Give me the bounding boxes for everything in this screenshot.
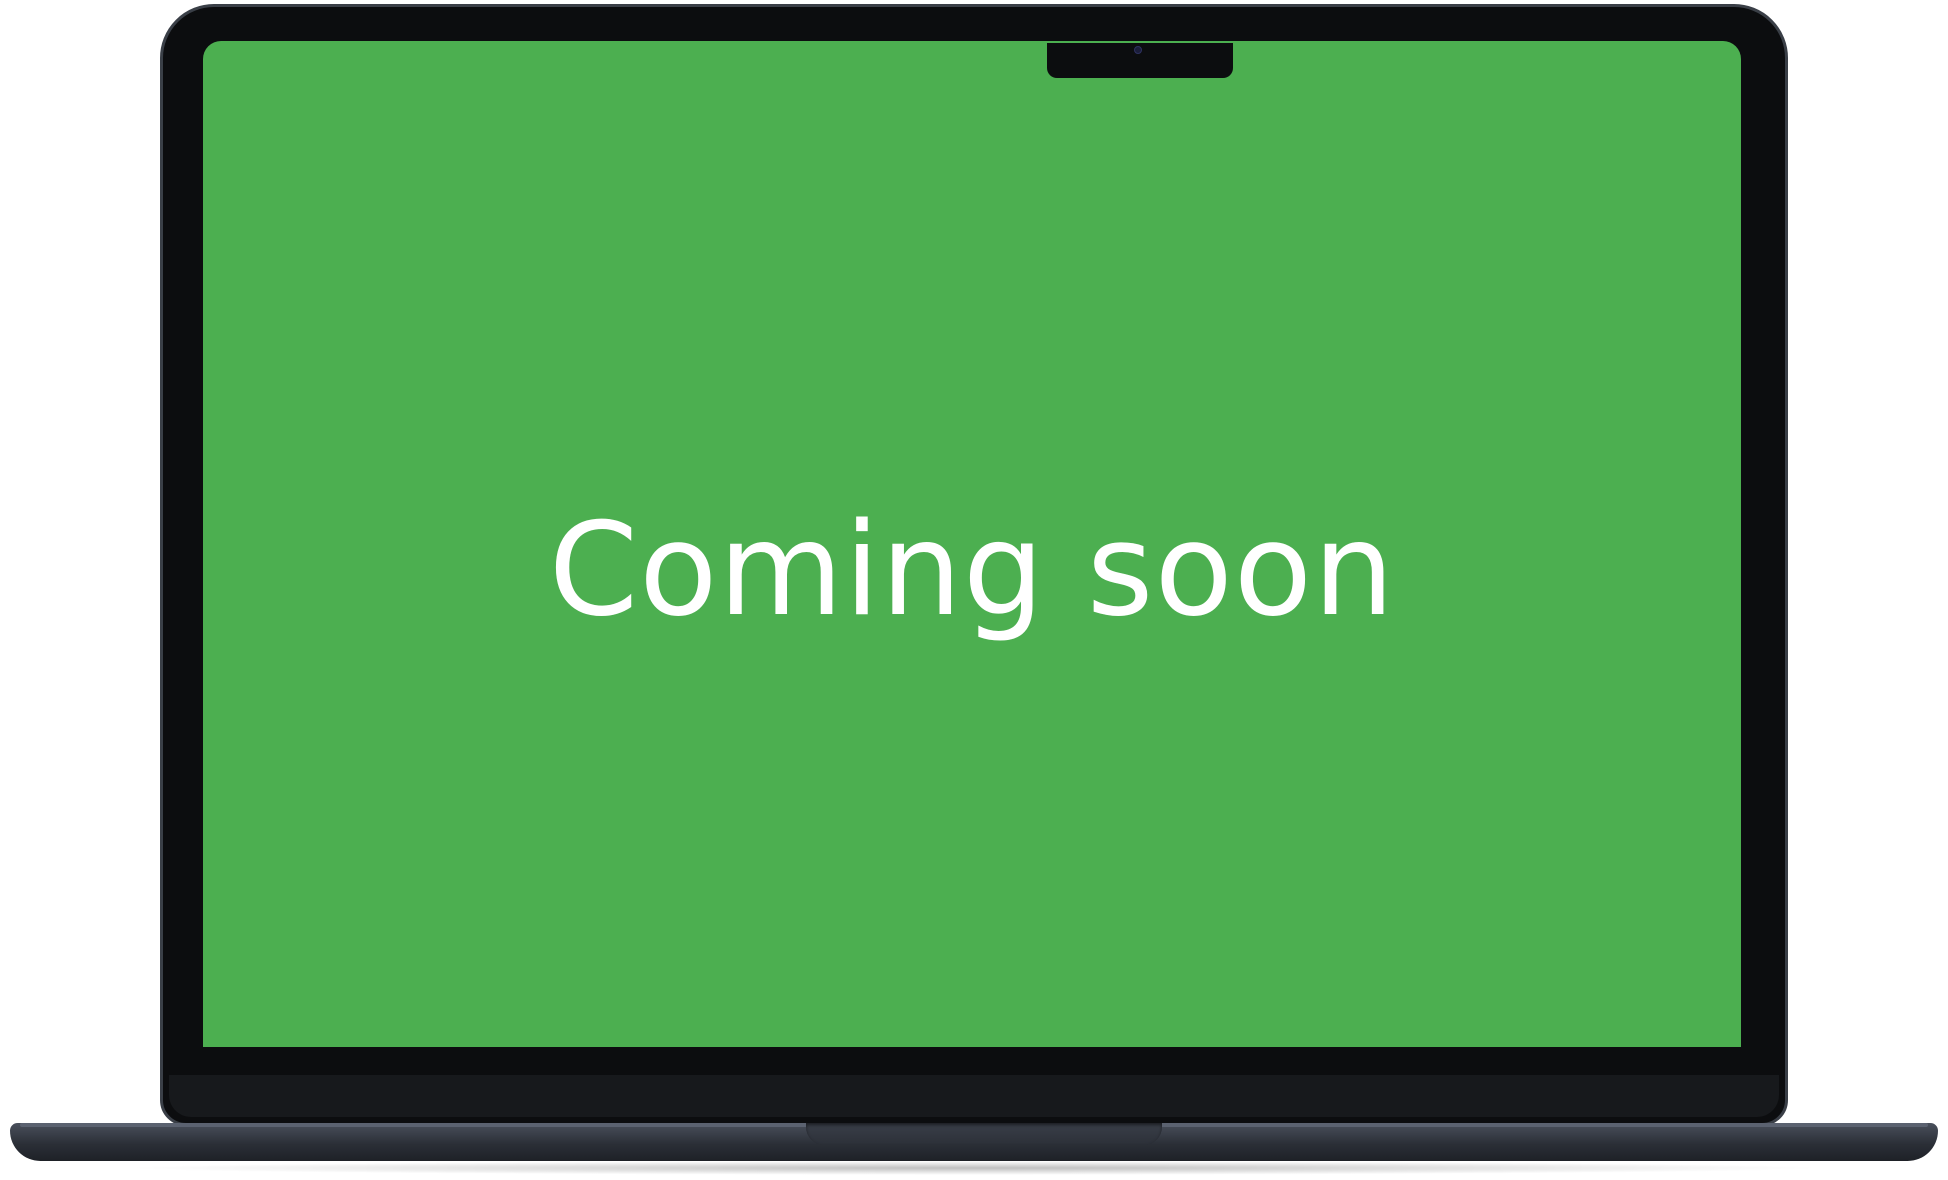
laptop-base [10,1123,1938,1161]
laptop-lid: Coming soon [160,4,1788,1126]
lid-chin [169,1075,1779,1117]
camera-notch [1047,43,1233,78]
lid-opening-notch [806,1123,1162,1145]
laptop-screen: Coming soon [203,41,1741,1047]
laptop-mockup: Coming soon [0,0,1948,1180]
coming-soon-message: Coming soon [548,496,1396,645]
base-shadow [120,1161,1828,1175]
camera-icon [1134,46,1142,54]
